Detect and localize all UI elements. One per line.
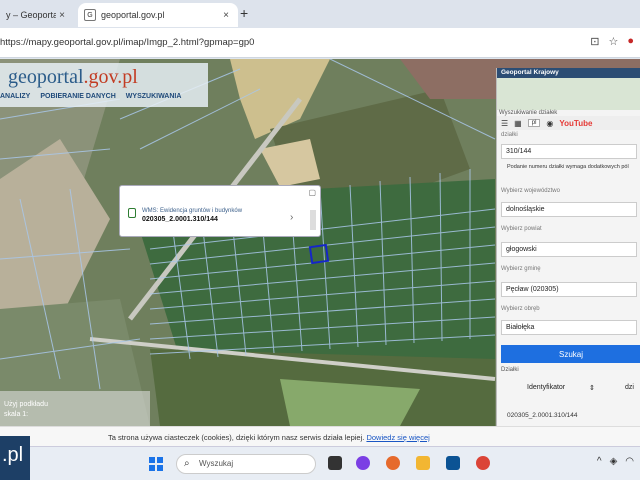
windows-taskbar: ⌕ Wyszukaj ^ ◈ ◠ (30, 446, 640, 480)
scale-box: Użyj podkładu skala 1: (0, 391, 150, 426)
field-label-dzialki: działki (501, 132, 518, 138)
address-bar: https://mapy.geoportal.gov.pl/imap/Imgp_… (0, 28, 640, 58)
commune-select[interactable]: Pęcław (020305) (501, 282, 637, 297)
security-icon[interactable]: ◈ (610, 456, 618, 467)
tab-title: y – Geoportal Kr (6, 10, 56, 20)
site-badge: .pl (0, 436, 30, 480)
layer-icon (128, 208, 136, 218)
chrome-icon[interactable] (476, 456, 490, 470)
cookie-text: Ta strona używa ciasteczek (cookies), dz… (108, 433, 430, 442)
precinct-select[interactable]: Białołęka (501, 320, 637, 335)
panel-header: Geoportal Krajowy (497, 68, 640, 78)
search-placeholder: Wyszukaj (199, 459, 234, 468)
cookie-more-link[interactable]: Dowiedz się więcej (366, 433, 429, 442)
cookie-bar: Ta strona używa ciasteczek (cookies), dz… (0, 426, 640, 446)
logo-text: geoportal (8, 66, 84, 88)
voivodeship-select[interactable]: dolnośląskie (501, 202, 637, 217)
wifi-icon[interactable]: ◠ (625, 456, 634, 467)
grid-icon[interactable]: ▦ (514, 119, 522, 128)
new-tab-button[interactable]: + (240, 5, 248, 21)
firefox-icon[interactable] (386, 456, 400, 470)
field-label-powiat: Wybierz powiat (501, 226, 542, 232)
close-tab-icon[interactable]: × (56, 10, 68, 21)
windows-start-icon[interactable] (149, 457, 163, 471)
search-button[interactable]: Szukaj (501, 345, 640, 363)
list-icon[interactable]: ☰ (501, 119, 508, 128)
cookie-message: Ta strona używa ciasteczek (cookies), dz… (108, 433, 365, 442)
geoportal-menu: ANALIZY POBIERANIE DANYCH WYSZUKIWANIA (0, 93, 181, 100)
chevron-right-icon[interactable]: › (290, 212, 293, 223)
column-identyfikator[interactable]: Identyfikator (527, 384, 565, 391)
selected-parcel-outline (308, 243, 330, 265)
geoportal-header: geoportal.gov.pl ANALIZY POBIERANIE DANY… (0, 63, 208, 107)
parcel-search-panel: Geoportal Krajowy Wyszukiwanie działek ☰… (496, 68, 640, 426)
youtube-link[interactable]: YouTube (559, 119, 592, 128)
close-popup-icon[interactable]: ▢ (308, 188, 316, 197)
popup-scrollbar[interactable] (310, 210, 316, 230)
parcel-number-input[interactable]: 310/144 (501, 144, 637, 159)
system-tray: ^ ◈ ◠ (597, 456, 634, 467)
panel-toolbar: ☰ ▦ pl ◉ YouTube (497, 116, 640, 130)
menu-item-analizy[interactable]: ANALIZY (0, 93, 30, 100)
field-label-wojewodztwo: Wybierz województwo (501, 188, 560, 194)
store-icon[interactable] (446, 456, 460, 470)
address-bar-actions: ⊡ ☆ ● (590, 35, 634, 48)
geoportal-logo[interactable]: geoportal.gov.pl (8, 66, 138, 89)
sort-icon[interactable]: ⇕ (589, 384, 595, 392)
tab-geoportal-krajowy[interactable]: y – Geoportal Kr × (0, 3, 74, 27)
camera-icon[interactable]: ◉ (546, 119, 553, 128)
logo-suffix: .gov.pl (83, 66, 138, 88)
tab-geoportal-gov-pl[interactable]: G geoportal.gov.pl × (78, 3, 238, 27)
county-select[interactable]: głogowski (501, 242, 637, 257)
search-icon: ⌕ (184, 458, 190, 469)
menu-item-wyszukiwania[interactable]: WYSZUKIWANIA (126, 93, 182, 100)
result-row[interactable]: 020305_2.0001.310/144 (507, 412, 578, 419)
popup-layer-title: WMS: Ewidencja gruntów i budynków (142, 208, 243, 214)
results-label: Działki (501, 367, 519, 373)
file-explorer-icon[interactable] (416, 456, 430, 470)
column-dz[interactable]: dzi (625, 384, 634, 391)
field-label-gmina: Wybierz gminę (501, 266, 541, 272)
popup-parcel-id[interactable]: 020305_2.0001.310/144 (142, 216, 218, 223)
favicon-icon: G (84, 9, 96, 21)
profile-icon[interactable]: ● (627, 35, 634, 48)
parcel-hint: Podanie numeru działki wymaga dodatkowyc… (507, 164, 629, 170)
bookmark-star-icon[interactable]: ☆ (608, 35, 618, 48)
language-select[interactable]: pl (527, 119, 541, 127)
taskbar-search[interactable]: ⌕ Wyszukaj (176, 454, 316, 474)
browser-tab-strip: y – Geoportal Kr × G geoportal.gov.pl × … (0, 0, 640, 28)
install-app-icon[interactable]: ⊡ (590, 35, 599, 48)
panel-minimap[interactable] (497, 78, 640, 110)
field-label-obreb: Wybierz obręb (501, 306, 540, 312)
feature-info-popup: ▢ WMS: Ewidencja gruntów i budynków 0203… (119, 185, 321, 237)
scale-line-1: Użyj podkładu (4, 401, 48, 408)
url-field[interactable]: https://mapy.geoportal.gov.pl/imap/Imgp_… (0, 37, 254, 48)
chat-icon[interactable] (356, 456, 370, 470)
scale-line-2: skala 1: (4, 411, 29, 418)
tab-title: geoportal.gov.pl (101, 10, 165, 20)
close-tab-icon[interactable]: × (220, 10, 232, 21)
chevron-up-icon[interactable]: ^ (597, 456, 602, 467)
task-view-icon[interactable] (328, 456, 342, 470)
menu-item-pobieranie-danych[interactable]: POBIERANIE DANYCH (40, 93, 115, 100)
